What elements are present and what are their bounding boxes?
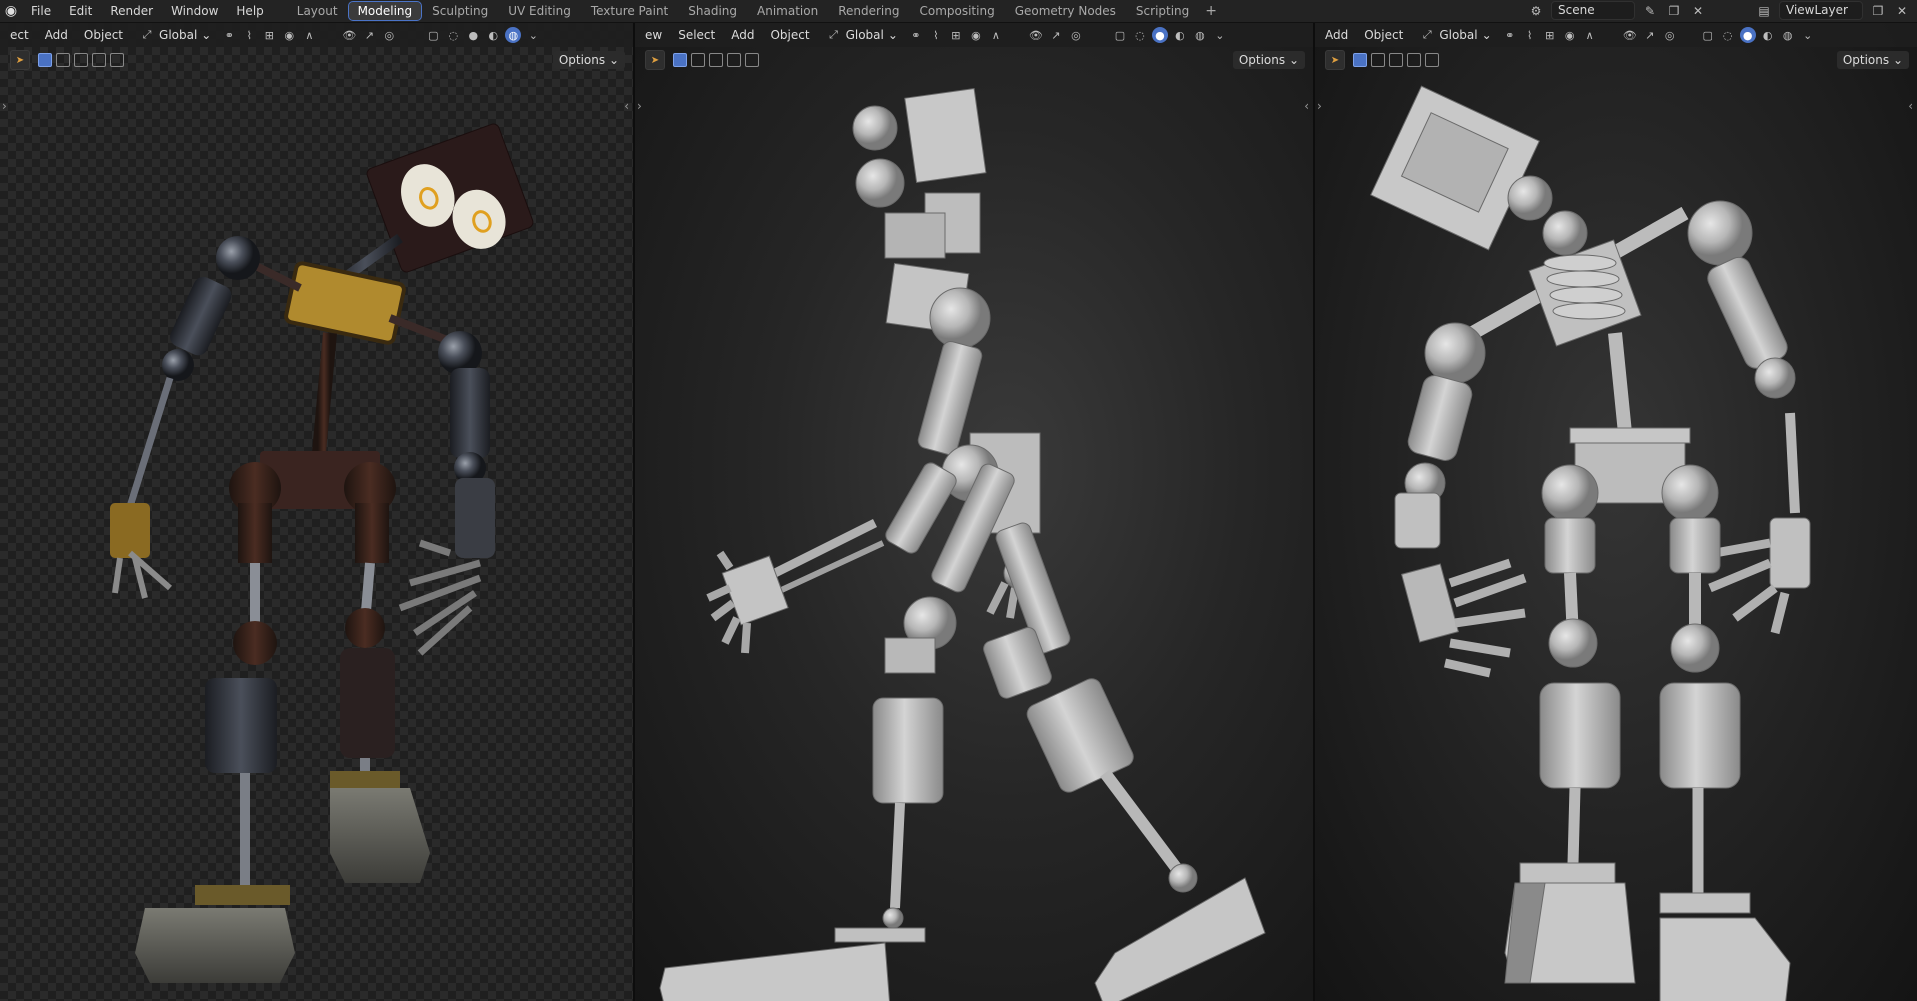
top-bar: ◉ File Edit Render Window Help Layout Mo… [0,0,1917,23]
add-workspace-button[interactable]: + [1199,3,1223,19]
tab-rendering[interactable]: Rendering [829,2,908,20]
menu-window[interactable]: Window [162,0,227,22]
tab-uv-editing[interactable]: UV Editing [499,2,580,20]
view-layer-selector: ▤ ViewLayer ❐ ✕ [1755,1,1911,20]
menu-edit[interactable]: Edit [60,0,101,22]
tab-sculpting[interactable]: Sculpting [423,2,497,20]
new-scene-icon[interactable]: ❐ [1665,2,1683,20]
tab-geometry-nodes[interactable]: Geometry Nodes [1006,2,1125,20]
menu-file[interactable]: File [22,0,60,22]
new-view-layer-icon[interactable]: ❐ [1869,2,1887,20]
scene-icon[interactable]: ⚙ [1527,2,1545,20]
scene-selector: ⚙ Scene ✎ ❐ ✕ [1527,1,1707,20]
solid-robot-front [1370,85,1811,1001]
viewport-solid-side[interactable]: ew Select Add Object ⤢ Global ⌄ ⚭ ⌇ ⊞ ◉ ∧ … [635,23,1313,1001]
rendered-robot [110,123,534,983]
viewport-solid-front[interactable]: Add Object ⤢ Global ⌄ ⚭ ⌇ ⊞ ◉ ∧ 👁 ↗ ◎ ▢ ◌ … [1315,23,1917,1001]
robot-front-view [1370,85,1811,1001]
robot-render [110,123,534,983]
pin-icon[interactable]: ✎ [1641,2,1659,20]
scene-name-field[interactable]: Scene [1551,1,1635,20]
tab-animation[interactable]: Animation [748,2,827,20]
delete-scene-icon[interactable]: ✕ [1689,2,1707,20]
delete-view-layer-icon[interactable]: ✕ [1893,2,1911,20]
tab-texture-paint[interactable]: Texture Paint [582,2,677,20]
menu-render[interactable]: Render [101,0,162,22]
blender-logo-icon[interactable]: ◉ [0,0,22,22]
robot-side-view [659,87,1266,1001]
view-layer-icon[interactable]: ▤ [1755,2,1773,20]
tab-modeling[interactable]: Modeling [347,1,423,21]
solid-robot-side [659,87,1266,1001]
viewport-rendered[interactable]: ect Add Object ⤢ Global ⌄ ⚭ ⌇ ⊞ ◉ ∧ 👁 ↗ ◎ … [0,23,633,1001]
tab-scripting[interactable]: Scripting [1127,2,1198,20]
tab-layout[interactable]: Layout [288,2,347,20]
tab-shading[interactable]: Shading [679,2,746,20]
menu-help[interactable]: Help [227,0,272,22]
tab-compositing[interactable]: Compositing [910,2,1003,20]
view-layer-name-field[interactable]: ViewLayer [1779,1,1863,20]
